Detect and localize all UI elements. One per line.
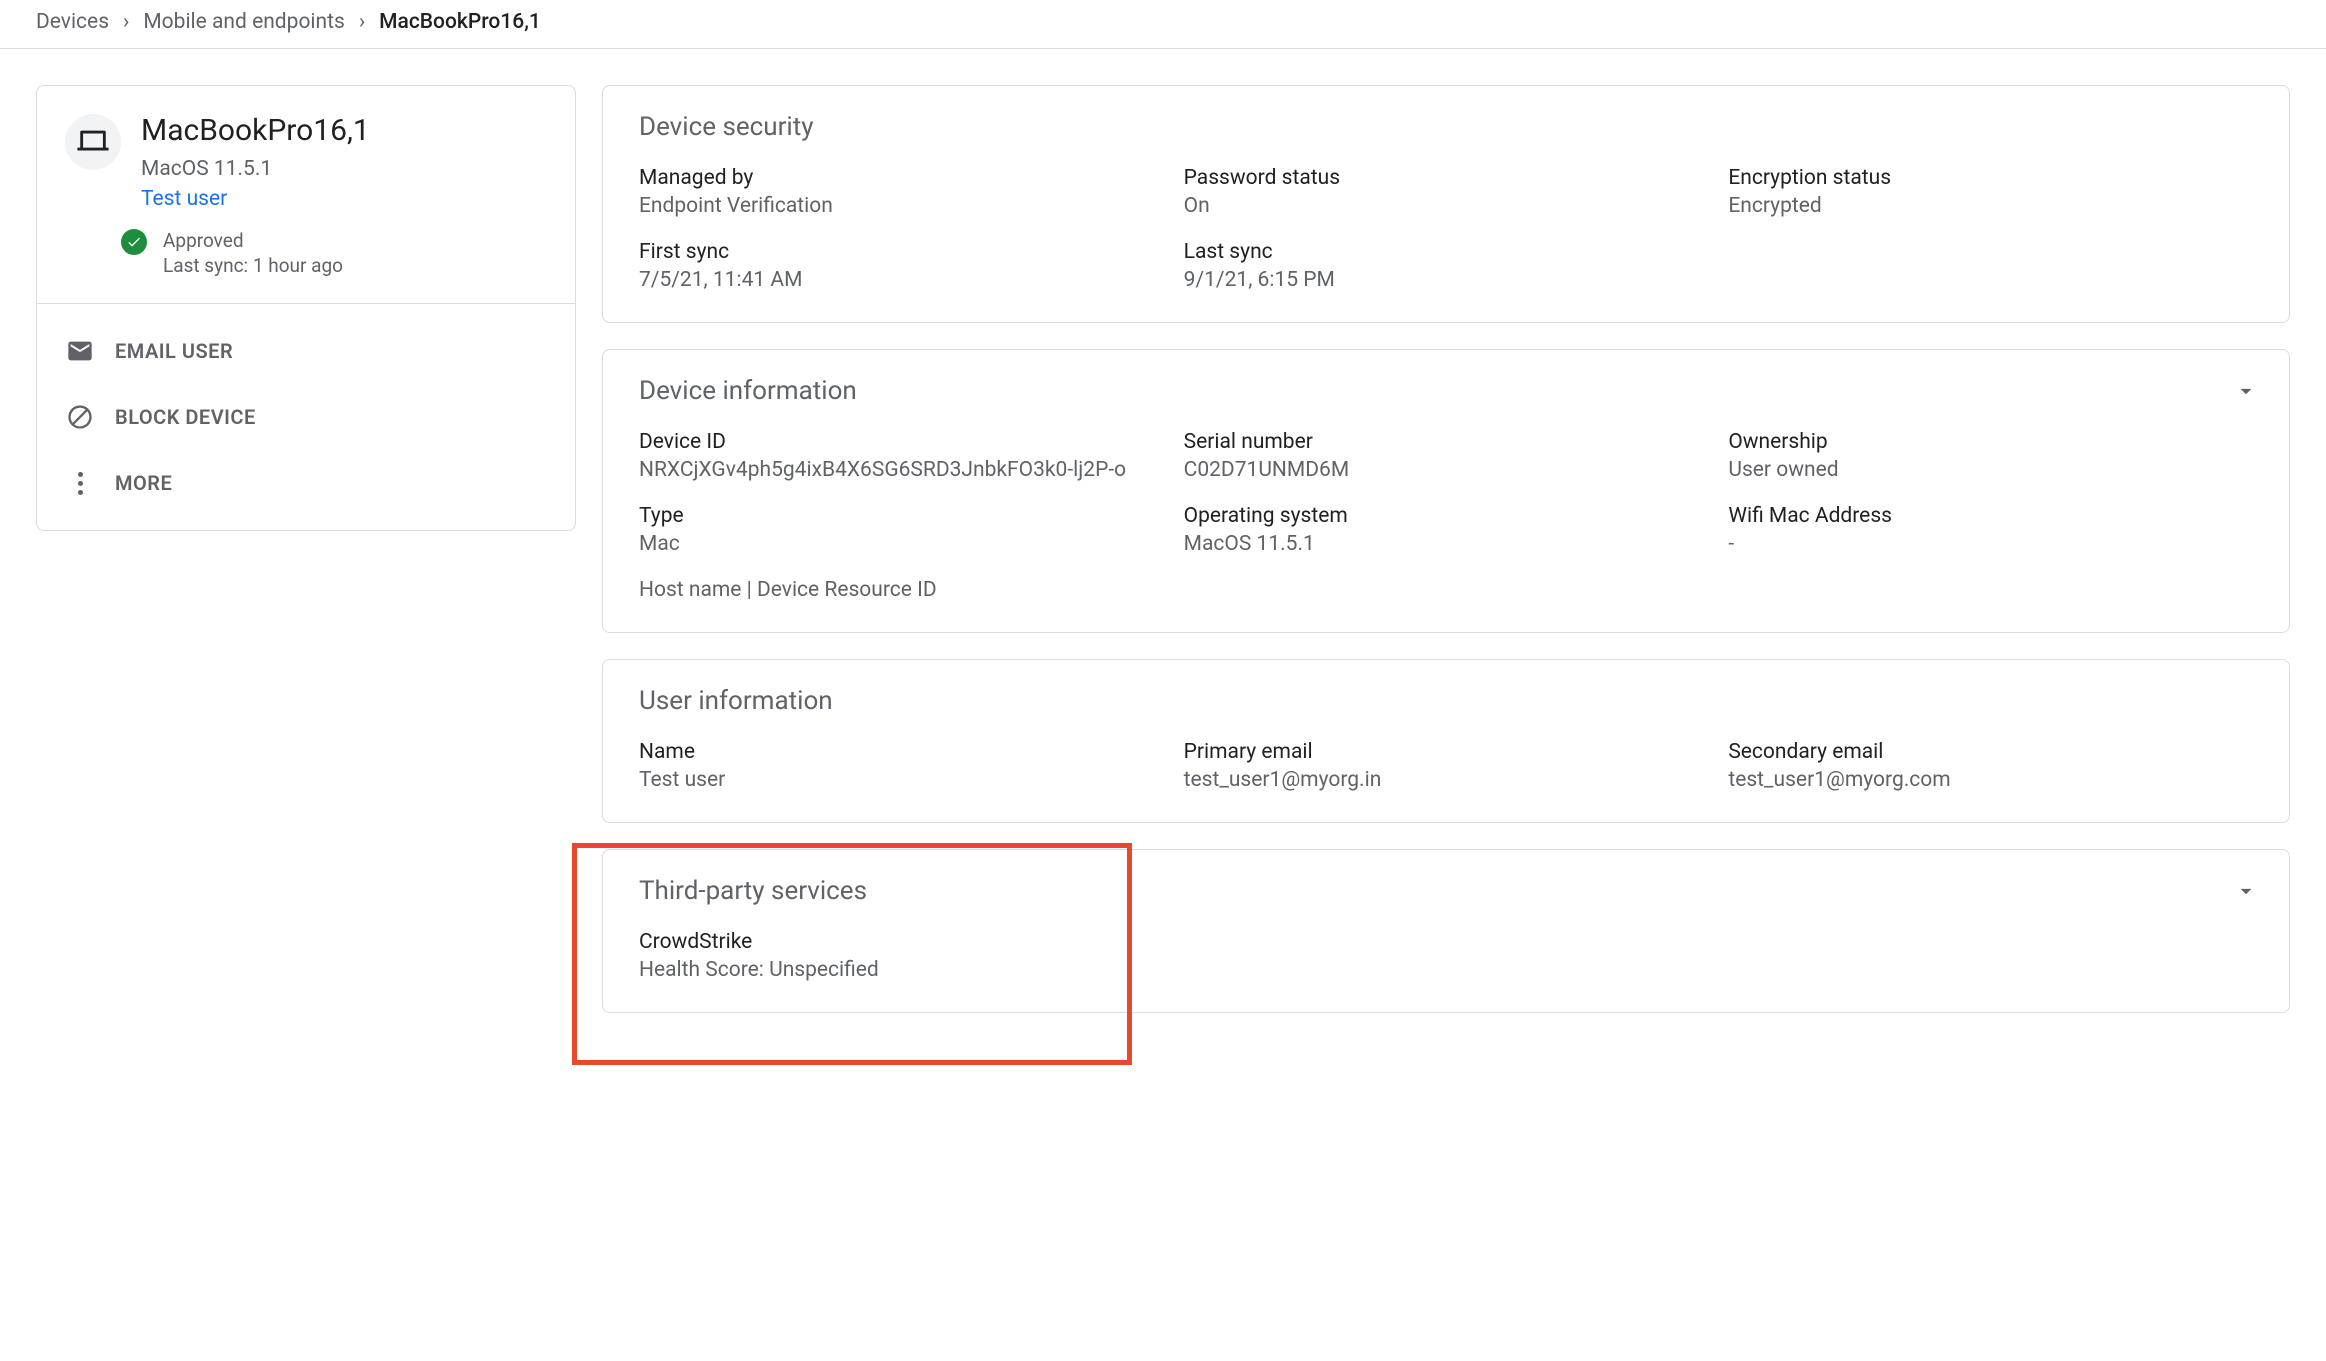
- field-value: Health Score: Unspecified: [639, 958, 2253, 982]
- card-title: Device information: [639, 376, 2253, 406]
- field-value: -: [1728, 532, 2253, 556]
- card-title: Third-party services: [639, 876, 2253, 906]
- chevron-right-icon: ›: [123, 10, 129, 34]
- field-value: Mac: [639, 532, 1164, 556]
- device-security-card: Device security Managed by Endpoint Veri…: [602, 85, 2290, 323]
- chevron-right-icon: ›: [359, 10, 365, 34]
- field-crowdstrike: CrowdStrike Health Score: Unspecified: [639, 930, 2253, 982]
- field-primary-email: Primary email test_user1@myorg.in: [1184, 740, 1709, 792]
- field-label: Operating system: [1184, 504, 1709, 528]
- collapse-button[interactable]: [2233, 378, 2259, 408]
- field-value: 7/5/21, 11:41 AM: [639, 268, 1164, 292]
- more-label: MORE: [115, 471, 172, 495]
- field-label: Secondary email: [1728, 740, 2253, 764]
- field-last-sync: Last sync 9/1/21, 6:15 PM: [1184, 240, 1709, 292]
- email-user-button[interactable]: EMAIL USER: [37, 318, 575, 384]
- breadcrumb-mobile-endpoints[interactable]: Mobile and endpoints: [143, 10, 345, 34]
- device-os: MacOS 11.5.1: [141, 157, 370, 181]
- field-serial-number: Serial number C02D71UNMD6M: [1184, 430, 1709, 482]
- breadcrumb: Devices › Mobile and endpoints › MacBook…: [0, 0, 2326, 44]
- more-vert-icon: [65, 468, 95, 498]
- device-information-card: Device information Device ID NRXCjXGv4ph…: [602, 349, 2290, 633]
- field-operating-system: Operating system MacOS 11.5.1: [1184, 504, 1709, 556]
- field-secondary-email: Secondary email test_user1@myorg.com: [1728, 740, 2253, 792]
- breadcrumb-current: MacBookPro16,1: [379, 10, 541, 34]
- field-label: Managed by: [639, 166, 1164, 190]
- third-party-services-card: Third-party services CrowdStrike Health …: [602, 849, 2290, 1013]
- field-value: NRXCjXGv4ph5g4ixB4X6SG6SRD3JnbkFO3k0-lj2…: [639, 458, 1164, 482]
- field-label: Primary email: [1184, 740, 1709, 764]
- field-user-name: Name Test user: [639, 740, 1164, 792]
- block-device-button[interactable]: BLOCK DEVICE: [37, 384, 575, 450]
- field-encryption-status: Encryption status Encrypted: [1728, 166, 2253, 218]
- field-value: test_user1@myorg.in: [1184, 768, 1709, 792]
- device-summary-card: MacBookPro16,1 MacOS 11.5.1 Test user Ap…: [36, 85, 576, 531]
- field-value: Endpoint Verification: [639, 194, 1164, 218]
- breadcrumb-devices[interactable]: Devices: [36, 10, 109, 34]
- field-value: On: [1184, 194, 1709, 218]
- device-user-link[interactable]: Test user: [141, 187, 227, 211]
- field-label: Last sync: [1184, 240, 1709, 264]
- field-value: Encrypted: [1728, 194, 2253, 218]
- field-wifi-mac: Wifi Mac Address -: [1728, 504, 2253, 556]
- field-value: User owned: [1728, 458, 2253, 482]
- device-status: Approved: [163, 229, 343, 252]
- collapse-button[interactable]: [2233, 878, 2259, 908]
- field-label: Name: [639, 740, 1164, 764]
- field-label: Serial number: [1184, 430, 1709, 454]
- field-label: Encryption status: [1728, 166, 2253, 190]
- block-icon: [65, 402, 95, 432]
- device-icon: [65, 114, 121, 170]
- field-password-status: Password status On: [1184, 166, 1709, 218]
- field-ownership: Ownership User owned: [1728, 430, 2253, 482]
- card-title: User information: [639, 686, 2253, 716]
- check-circle-icon: [121, 229, 147, 255]
- card-title: Device security: [639, 112, 2253, 142]
- field-managed-by: Managed by Endpoint Verification: [639, 166, 1164, 218]
- field-first-sync: First sync 7/5/21, 11:41 AM: [639, 240, 1164, 292]
- device-name: MacBookPro16,1: [141, 114, 370, 147]
- field-type: Type Mac: [639, 504, 1164, 556]
- more-button[interactable]: MORE: [37, 450, 575, 516]
- email-user-label: EMAIL USER: [115, 339, 233, 363]
- device-last-sync: Last sync: 1 hour ago: [163, 254, 343, 277]
- field-value: Test user: [639, 768, 1164, 792]
- field-value: MacOS 11.5.1: [1184, 532, 1709, 556]
- field-device-id: Device ID NRXCjXGv4ph5g4ixB4X6SG6SRD3Jnb…: [639, 430, 1164, 482]
- block-device-label: BLOCK DEVICE: [115, 405, 256, 429]
- field-label: Type: [639, 504, 1164, 528]
- field-value: test_user1@myorg.com: [1728, 768, 2253, 792]
- field-value: 9/1/21, 6:15 PM: [1184, 268, 1709, 292]
- field-label: First sync: [639, 240, 1164, 264]
- user-information-card: User information Name Test user Primary …: [602, 659, 2290, 823]
- field-label: Ownership: [1728, 430, 2253, 454]
- field-label: Wifi Mac Address: [1728, 504, 2253, 528]
- field-value: C02D71UNMD6M: [1184, 458, 1709, 482]
- field-label: CrowdStrike: [639, 930, 2253, 954]
- field-label: Password status: [1184, 166, 1709, 190]
- field-label: Device ID: [639, 430, 1164, 454]
- email-icon: [65, 336, 95, 366]
- device-info-footer: Host name | Device Resource ID: [639, 578, 2253, 602]
